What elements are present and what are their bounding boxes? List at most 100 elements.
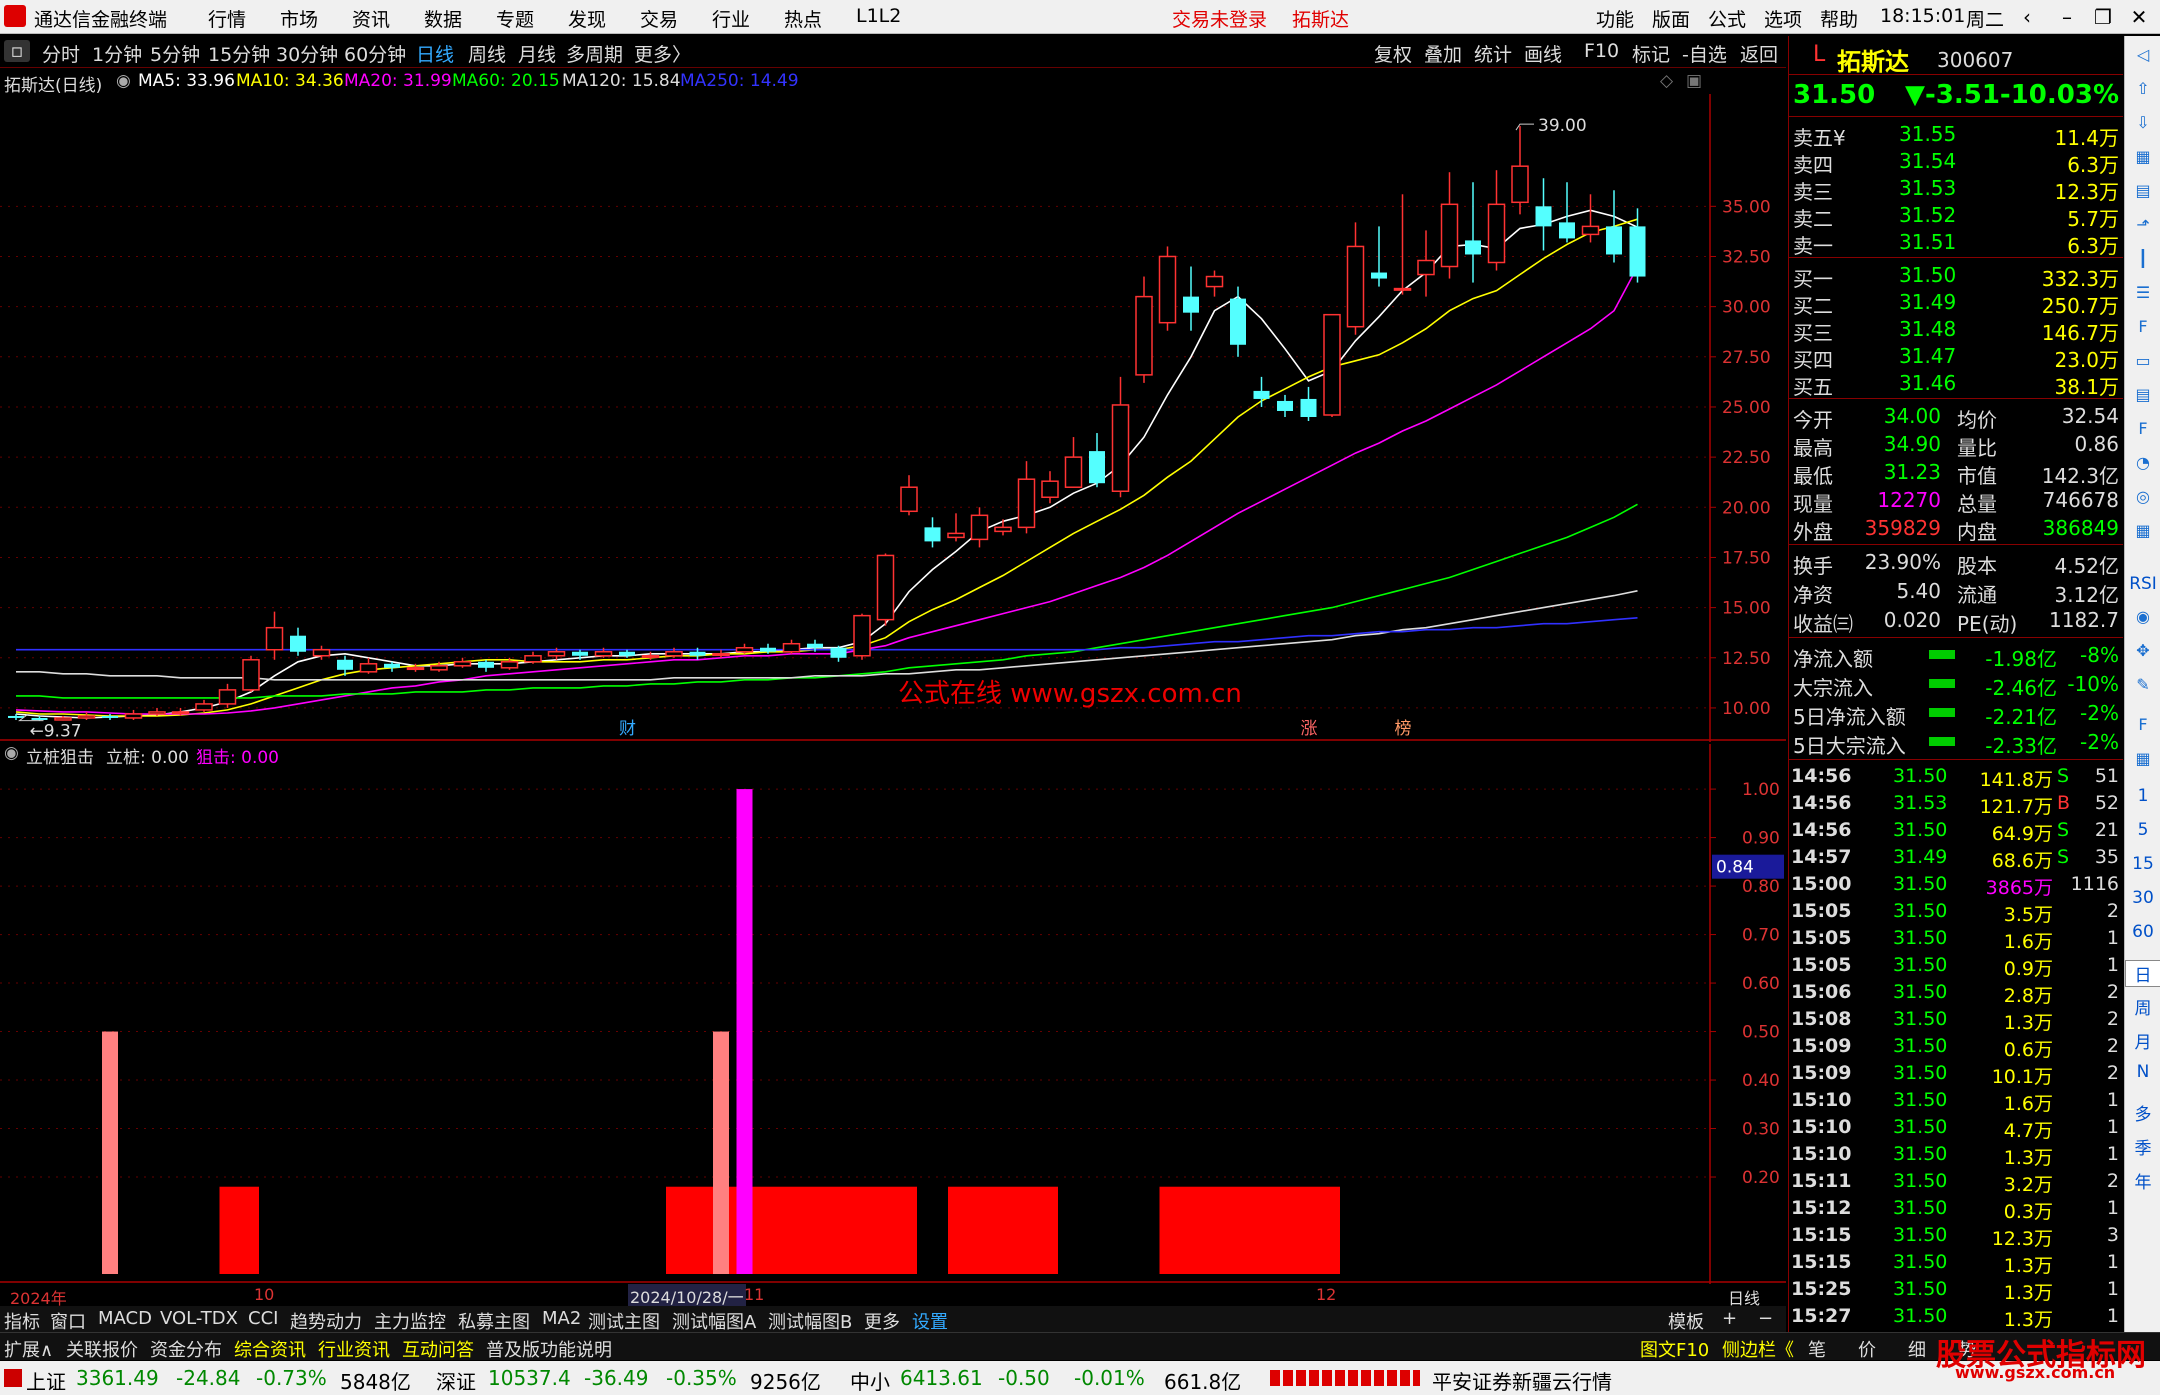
menu-redian[interactable]: 热点 bbox=[784, 5, 822, 32]
btn-f10[interactable]: F10 bbox=[1584, 40, 1619, 62]
tab-gengduo[interactable]: 更多 bbox=[864, 1308, 900, 1334]
sidebar-rsi[interactable]: RSI bbox=[2125, 574, 2160, 594]
tab-jia[interactable]: 价 bbox=[1858, 1336, 1876, 1362]
menu-shichang[interactable]: 市场 bbox=[280, 5, 318, 32]
tab-tuwen-f10[interactable]: 图文F10 bbox=[1640, 1336, 1709, 1362]
menu-zixun[interactable]: 资讯 bbox=[352, 5, 390, 32]
period-multi[interactable]: 多周期 bbox=[566, 40, 623, 67]
menu-hangqing[interactable]: 行情 bbox=[208, 5, 246, 32]
event-marker[interactable]: 榜 bbox=[1395, 719, 1412, 739]
sidebar-1[interactable]: 1 bbox=[2125, 786, 2160, 806]
btn-zixuan[interactable]: -自选 bbox=[1682, 40, 1727, 67]
pen-icon[interactable]: ✎ bbox=[2130, 672, 2156, 698]
tab-bi[interactable]: 笔 bbox=[1808, 1336, 1826, 1362]
menu-gongshi[interactable]: 公式 bbox=[1708, 5, 1746, 32]
event-marker[interactable]: 财 bbox=[619, 719, 636, 739]
menu-banmian[interactable]: 版面 bbox=[1652, 5, 1690, 32]
sidebar-week[interactable]: 周 bbox=[2125, 994, 2160, 1019]
tab-hudong[interactable]: 互动问答 bbox=[402, 1336, 474, 1362]
period-60min[interactable]: 60分钟 bbox=[344, 40, 406, 67]
chart-maximize-icon[interactable]: ▣ bbox=[1686, 71, 1702, 91]
pie-icon[interactable]: ◔ bbox=[2130, 450, 2156, 476]
period-weekly[interactable]: 周线 bbox=[468, 40, 506, 67]
sidebar-15[interactable]: 15 bbox=[2125, 854, 2160, 874]
sidebar-season[interactable]: 季 bbox=[2125, 1134, 2160, 1159]
period-30min[interactable]: 30分钟 bbox=[276, 40, 338, 67]
chart-options-icon[interactable]: ◉ bbox=[116, 71, 131, 91]
sidebar-month[interactable]: 月 bbox=[2125, 1028, 2160, 1053]
server-name[interactable]: 平安证券新疆云行情 bbox=[1432, 1366, 1612, 1395]
tab-remove[interactable]: − bbox=[1758, 1308, 1773, 1329]
sidebar-n[interactable]: N bbox=[2125, 1062, 2160, 1082]
tab-guanlian[interactable]: 关联报价 bbox=[66, 1336, 138, 1362]
news-icon[interactable]: ▤ bbox=[2130, 382, 2156, 408]
menu-jiaoyi[interactable]: 交易 bbox=[640, 5, 678, 32]
grid-icon[interactable]: ▦ bbox=[2130, 144, 2156, 170]
menu-xuanxiang[interactable]: 选项 bbox=[1764, 5, 1802, 32]
doc-icon[interactable]: ▭ bbox=[2130, 348, 2156, 374]
tab-moban[interactable]: 模板 bbox=[1668, 1308, 1704, 1334]
move-icon[interactable]: ✥ bbox=[2130, 638, 2156, 664]
close-icon[interactable]: ✕ bbox=[2122, 3, 2156, 31]
tab-qushi[interactable]: 趋势动力 bbox=[290, 1308, 362, 1334]
menu-faxian[interactable]: 发现 bbox=[568, 5, 606, 32]
zx-label[interactable]: 中小 bbox=[850, 1366, 890, 1395]
grid2-icon[interactable]: ▦ bbox=[2130, 746, 2156, 772]
tab-cci[interactable]: CCI bbox=[248, 1308, 278, 1329]
btn-fuquan[interactable]: 复权 bbox=[1374, 40, 1412, 67]
f12-icon[interactable]: F bbox=[2130, 416, 2156, 442]
period-daily[interactable]: 日线 bbox=[416, 40, 454, 67]
period-more[interactable]: 更多〉 bbox=[634, 40, 691, 67]
tab-ma2[interactable]: MA2 bbox=[542, 1308, 581, 1329]
sidebar-multi[interactable]: 多 bbox=[2125, 1100, 2160, 1125]
chart-diamond-icon[interactable]: ◇ bbox=[1660, 71, 1673, 91]
period-5min[interactable]: 5分钟 bbox=[150, 40, 200, 67]
sidebar-5[interactable]: 5 bbox=[2125, 820, 2160, 840]
menu-shuju[interactable]: 数据 bbox=[424, 5, 462, 32]
list-icon[interactable]: ☰ bbox=[2130, 280, 2156, 306]
restore-icon[interactable]: ❐ bbox=[2086, 3, 2120, 31]
tab-zijin[interactable]: 资金分布 bbox=[150, 1336, 222, 1362]
tab-hangye[interactable]: 行业资讯 bbox=[318, 1336, 390, 1362]
tab-ceshi-b[interactable]: 测试幅图B bbox=[768, 1308, 852, 1334]
tab-chuangkou[interactable]: 窗口 bbox=[50, 1308, 86, 1334]
sh-label[interactable]: 上证 bbox=[26, 1366, 66, 1395]
f10-icon[interactable]: F bbox=[2130, 314, 2156, 340]
period-monthly[interactable]: 月线 bbox=[518, 40, 556, 67]
tab-xi[interactable]: 细 bbox=[1908, 1336, 1926, 1362]
indicator-options-icon[interactable]: ◉ bbox=[4, 743, 19, 763]
event-marker[interactable]: 涨 bbox=[1301, 719, 1318, 739]
sz-label[interactable]: 深证 bbox=[436, 1366, 476, 1395]
sidebar-30[interactable]: 30 bbox=[2125, 888, 2160, 908]
menu-gongneng[interactable]: 功能 bbox=[1596, 5, 1634, 32]
candlestick-chart[interactable]: 35.00 32.50 30.00 27.50 25.00 22.50 20.00 17.50… bbox=[0, 94, 1786, 742]
btn-huaxian[interactable]: 画线 bbox=[1524, 40, 1562, 67]
tab-vol-tdx[interactable]: VOL-TDX bbox=[160, 1308, 238, 1329]
menu-hangye[interactable]: 行业 bbox=[712, 5, 750, 32]
arrow-down-icon[interactable]: ⇩ bbox=[2130, 110, 2156, 136]
tab-puji[interactable]: 普及版功能说明 bbox=[486, 1336, 612, 1362]
tab-zhuli[interactable]: 主力监控 bbox=[374, 1308, 446, 1334]
target-icon[interactable]: ◎ bbox=[2130, 484, 2156, 510]
period-1min[interactable]: 1分钟 bbox=[92, 40, 142, 67]
tab-shezhi[interactable]: 设置 bbox=[912, 1308, 948, 1334]
sidebar-year[interactable]: 年 bbox=[2125, 1168, 2160, 1193]
collapse-icon[interactable]: ▫ bbox=[4, 40, 30, 62]
period-15min[interactable]: 15分钟 bbox=[208, 40, 270, 67]
btn-biaoji[interactable]: 标记 bbox=[1632, 40, 1670, 67]
kline-icon[interactable]: ┃ bbox=[2130, 246, 2156, 272]
btn-tongji[interactable]: 统计 bbox=[1474, 40, 1512, 67]
period-fenshi[interactable]: 分时 bbox=[42, 40, 80, 67]
menu-zhuanti[interactable]: 专题 bbox=[496, 5, 534, 32]
sidebar-60[interactable]: 60 bbox=[2125, 922, 2160, 942]
btn-diejia[interactable]: 叠加 bbox=[1424, 40, 1462, 67]
calc-icon[interactable]: ▦ bbox=[2130, 518, 2156, 544]
trade-login-status[interactable]: 交易未登录 bbox=[1172, 5, 1267, 32]
eye-icon[interactable]: ◉ bbox=[2130, 604, 2156, 630]
tab-add[interactable]: + bbox=[1722, 1308, 1737, 1329]
tab-ceshi-a[interactable]: 测试幅图A bbox=[672, 1308, 756, 1334]
tab-simu[interactable]: 私募主图 bbox=[458, 1308, 530, 1334]
line-chart-icon[interactable]: ⬏ bbox=[2130, 212, 2156, 238]
collapse-sidebar-icon[interactable]: ◁ bbox=[2130, 42, 2156, 68]
indicator-chart[interactable]: 1.00 0.90 0.80 0.70 0.60 0.50 0.40 0.30 0.20 0.84 bbox=[0, 744, 1786, 1284]
